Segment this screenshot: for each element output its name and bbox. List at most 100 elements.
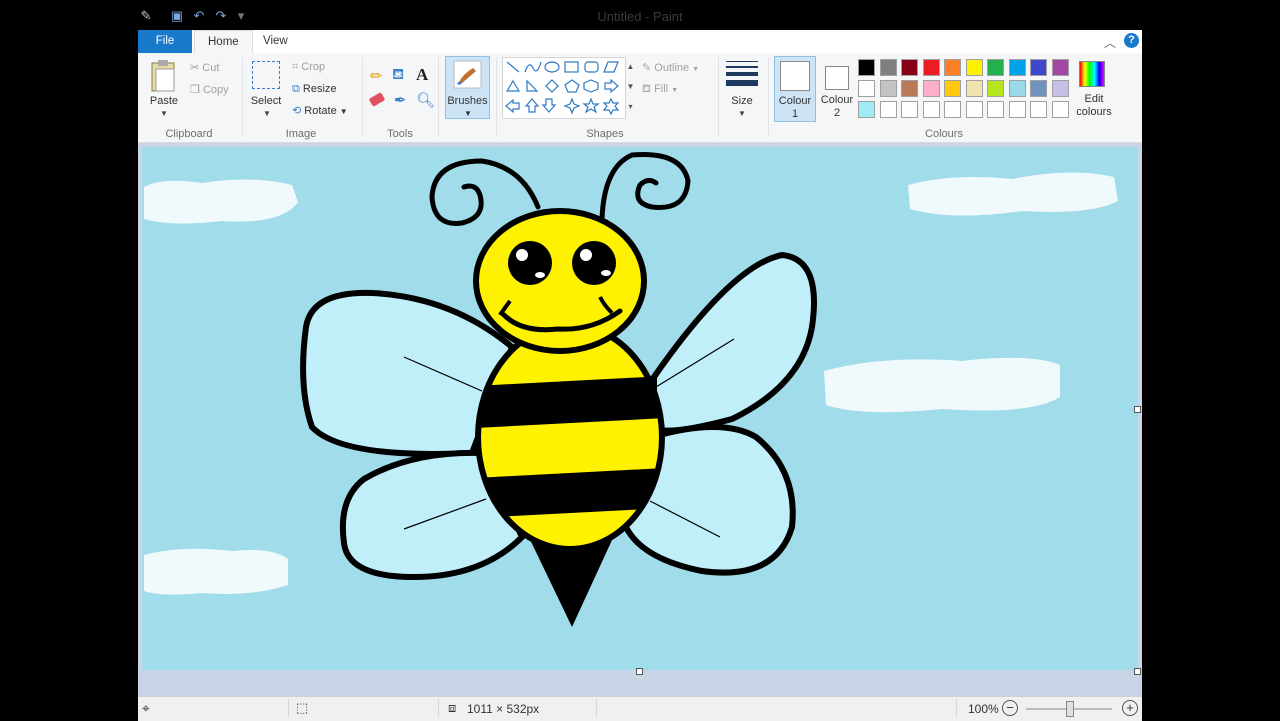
colour-swatch[interactable] [965, 80, 983, 97]
colour-swatch[interactable] [944, 101, 961, 118]
colour2-swatch [825, 66, 849, 90]
colour2-button[interactable]: Colour 2 [818, 56, 856, 122]
pencil-icon[interactable]: ✏ [370, 67, 383, 85]
status-bar: ⌖ ⬚ ⧈ 1011 × 532px 100% − + [138, 696, 1142, 721]
shapes-group-label: Shapes [586, 128, 624, 140]
brushes-button[interactable]: Brushes ▼ [445, 56, 490, 119]
colour-swatch[interactable] [987, 101, 1004, 118]
colour-swatch[interactable] [901, 59, 918, 76]
copy-icon: ❐ [190, 84, 200, 96]
colour-swatch[interactable] [965, 101, 983, 118]
colour-swatch[interactable] [1030, 80, 1047, 97]
colour-swatch[interactable] [944, 59, 961, 76]
fill-button[interactable]: ⛾ Fill ▼ [642, 83, 678, 97]
colour-swatch[interactable] [922, 80, 940, 97]
colour-swatch[interactable] [944, 80, 961, 97]
colour-swatch[interactable] [858, 59, 875, 76]
colour-swatch[interactable] [1051, 59, 1069, 76]
tab-view[interactable]: View [250, 30, 301, 53]
eraser-icon[interactable] [368, 92, 386, 107]
cut-button[interactable]: ✂ Cut [190, 61, 219, 74]
tab-home[interactable]: Home [194, 30, 253, 54]
zoom-out-button[interactable]: − [1002, 700, 1018, 716]
colour1-swatch [780, 61, 810, 91]
colour-swatch[interactable] [922, 59, 940, 76]
selection-size-icon: ⬚ [296, 700, 309, 715]
colour-swatch[interactable] [1030, 59, 1047, 76]
colour-palette [858, 59, 1074, 121]
colours-group-label: Colours [925, 128, 963, 140]
colour-swatch[interactable] [965, 59, 983, 76]
tab-file[interactable]: File [138, 30, 192, 53]
colour-swatch[interactable] [1008, 59, 1026, 76]
size-dropdown-icon[interactable]: ▼ [738, 109, 746, 118]
colour-swatch[interactable] [858, 80, 875, 97]
fill-bucket-icon[interactable]: ⛾ [392, 66, 404, 85]
colour-swatch[interactable] [1051, 101, 1069, 118]
paste-dropdown-icon[interactable]: ▼ [160, 109, 168, 118]
shapes-gallery[interactable] [502, 57, 626, 119]
canvas-resize-handle-corner[interactable] [1134, 668, 1141, 675]
colour-swatch[interactable] [1008, 80, 1026, 97]
rainbow-icon [1079, 61, 1105, 87]
window-title: Untitled - Paint [597, 9, 683, 24]
canvas-resize-handle-right[interactable] [1134, 406, 1141, 413]
colour-swatch[interactable] [901, 80, 918, 97]
colour-swatch[interactable] [901, 101, 918, 118]
fill-icon: ⛾ [642, 83, 651, 95]
colour1-button[interactable]: Colour 1 [774, 56, 816, 122]
help-icon[interactable]: ? [1124, 33, 1139, 48]
colour-swatch[interactable] [1030, 101, 1047, 118]
colour-swatch[interactable] [879, 101, 897, 118]
ribbon: Paste ▼ ✂ Cut ❐ Copy Clipboard Select ▼ … [138, 53, 1142, 143]
image-group-label: Image [285, 128, 317, 140]
cursor-position-icon: ⌖ [142, 700, 150, 716]
ribbon-divider [718, 57, 719, 137]
crop-icon: ⌗ [292, 61, 299, 73]
colour-swatch[interactable] [922, 101, 940, 118]
ribbon-divider [438, 57, 439, 137]
colour-swatch[interactable] [987, 80, 1004, 97]
text-tool-icon[interactable]: A [416, 65, 428, 85]
paste-button[interactable]: Paste [144, 95, 184, 107]
shapes-icons[interactable] [503, 58, 625, 118]
colour-swatch[interactable] [858, 101, 875, 118]
shapes-scroll[interactable]: ▲ ▼ ▾ [626, 57, 635, 119]
colour-swatch[interactable] [879, 59, 897, 76]
crop-button[interactable]: ⌗ Crop [292, 61, 325, 74]
outline-button[interactable]: ✎ Outline ▼ [642, 61, 699, 74]
zoom-slider-thumb[interactable] [1066, 701, 1074, 717]
scissors-icon: ✂ [190, 62, 200, 74]
ribbon-tabs: File Home View ︿ ? [138, 30, 1142, 54]
copy-button[interactable]: ❐ Copy [190, 83, 229, 96]
edit-colours-button[interactable]: Edit colours [1076, 59, 1112, 121]
paste-icon[interactable] [150, 59, 178, 93]
ribbon-divider [496, 57, 497, 137]
magnifier-icon[interactable]: 🔍︎ [416, 91, 435, 109]
select-icon[interactable] [252, 61, 280, 89]
colour-swatch[interactable] [987, 59, 1004, 76]
rotate-icon: ⟲ [292, 105, 302, 117]
image-size-icon: ⧈ [448, 700, 457, 715]
brush-icon [453, 60, 482, 89]
resize-icon: ⧉ [292, 83, 300, 95]
colour-swatch[interactable] [1051, 80, 1069, 97]
size-button[interactable]: Size [722, 95, 762, 107]
resize-button[interactable]: ⧉ Resize [292, 83, 337, 96]
drawing-canvas[interactable] [142, 147, 1138, 670]
rotate-button[interactable]: ⟲ Rotate ▼ [292, 104, 348, 117]
title-bar: ✎ ▣ ↶ ↷ ▾ Untitled - Paint [138, 0, 1142, 30]
select-dropdown-icon[interactable]: ▼ [263, 109, 271, 118]
size-icon[interactable] [726, 61, 758, 89]
bee-drawing [142, 147, 1138, 670]
ribbon-divider [242, 57, 243, 137]
colour-swatch[interactable] [879, 80, 897, 97]
colour-swatch[interactable] [1008, 101, 1026, 118]
zoom-in-button[interactable]: + [1122, 700, 1138, 716]
minimize-ribbon-icon[interactable]: ︿ [1104, 34, 1116, 51]
outline-icon: ✎ [642, 62, 652, 74]
canvas-resize-handle-bottom[interactable] [636, 668, 643, 675]
image-size: 1011 × 532px [467, 702, 540, 716]
colour-picker-icon[interactable]: ✒ [394, 91, 407, 109]
select-button[interactable]: Select [246, 95, 286, 107]
